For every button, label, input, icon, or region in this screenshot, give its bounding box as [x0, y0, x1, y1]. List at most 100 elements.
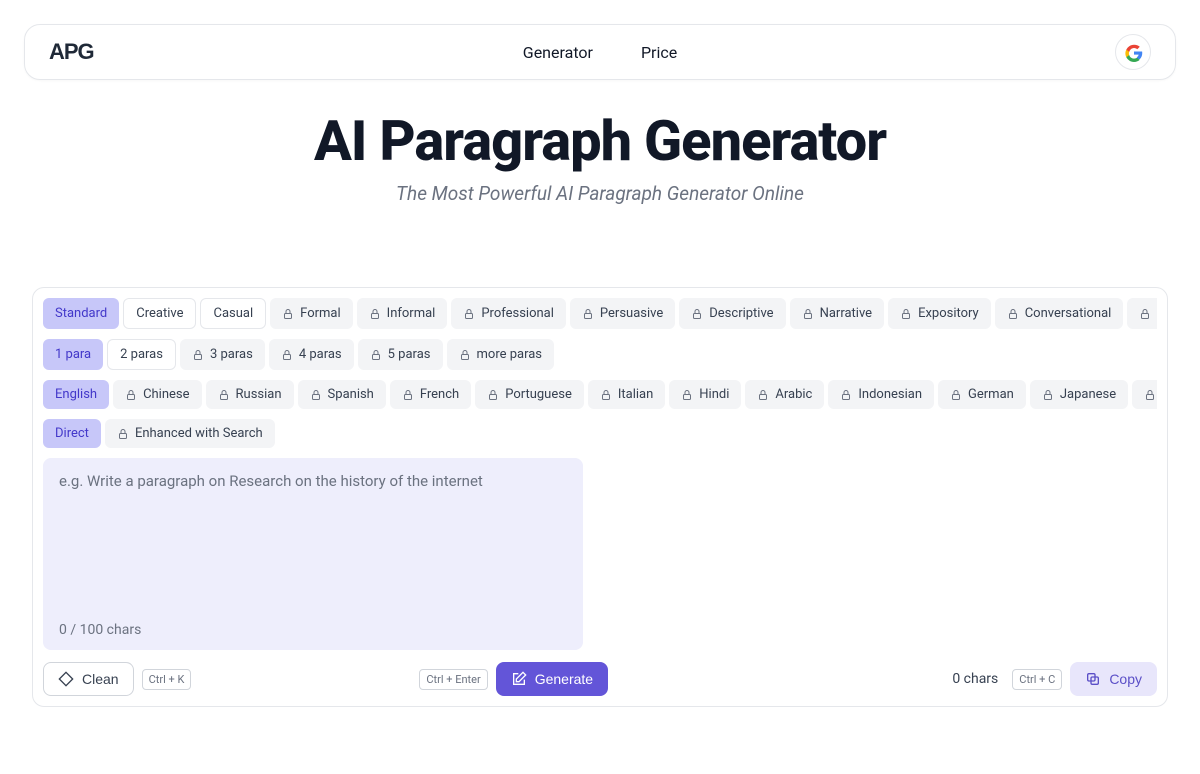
paras-label: 3 paras [210, 347, 253, 362]
lang-label: Portuguese [505, 387, 572, 402]
nav-price[interactable]: Price [641, 43, 677, 62]
lang-label: Hindi [699, 387, 729, 402]
lang-indonesian[interactable]: Indonesian [828, 380, 934, 409]
lock-icon [218, 389, 230, 401]
lang-portuguese[interactable]: Portuguese [475, 380, 584, 409]
style-informal[interactable]: Informal [357, 298, 448, 329]
lang-label: French [420, 387, 459, 402]
copy-label: Copy [1109, 671, 1142, 687]
lang-label: Arabic [775, 387, 812, 402]
mode-enhanced[interactable]: Enhanced with Search [105, 419, 275, 448]
paras-3-paras[interactable]: 3 paras [180, 339, 265, 370]
lock-icon [840, 389, 852, 401]
mode-row: Direct Enhanced with Search [43, 419, 1157, 448]
google-login-button[interactable] [1115, 34, 1151, 70]
style-label: Narrative [820, 306, 873, 321]
style-persuasive[interactable]: Persuasive [570, 298, 675, 329]
lang-arabic[interactable]: Arabic [745, 380, 824, 409]
style-label: Conversational [1025, 306, 1112, 321]
lock-icon [1144, 389, 1156, 401]
lang-hindi[interactable]: Hindi [669, 380, 741, 409]
input-box: 0 / 100 chars [43, 458, 583, 650]
nav-links: Generator Price [523, 43, 677, 62]
lock-icon [125, 389, 137, 401]
lock-icon [192, 349, 204, 361]
lang-italian[interactable]: Italian [588, 380, 665, 409]
style-formal[interactable]: Formal [270, 298, 353, 329]
logo: APG [49, 39, 94, 65]
mode-direct[interactable]: Direct [43, 419, 101, 448]
copy-button[interactable]: Copy [1070, 662, 1157, 696]
style-friendly[interactable]: Friendly [1127, 298, 1157, 329]
copy-kbd: Ctrl + C [1012, 669, 1062, 690]
lock-icon [463, 308, 475, 320]
lock-icon [310, 389, 322, 401]
lock-icon [1042, 389, 1054, 401]
style-descriptive[interactable]: Descriptive [679, 298, 785, 329]
bottom-row: Clean Ctrl + K Ctrl + Enter Generate 0 c… [43, 662, 1157, 696]
lock-icon [600, 389, 612, 401]
generate-label: Generate [535, 671, 593, 687]
prompt-input[interactable] [59, 472, 567, 602]
style-standard[interactable]: Standard [43, 298, 119, 329]
style-creative[interactable]: Creative [123, 298, 196, 329]
style-narrative[interactable]: Narrative [790, 298, 885, 329]
generate-button[interactable]: Generate [496, 662, 608, 696]
style-conversational[interactable]: Conversational [995, 298, 1124, 329]
input-char-count: 0 / 100 chars [59, 622, 141, 638]
style-expository[interactable]: Expository [888, 298, 991, 329]
paras-5-paras[interactable]: 5 paras [358, 339, 443, 370]
lang-label: German [968, 387, 1014, 402]
lock-icon [117, 428, 129, 440]
paras-2[interactable]: 2 paras [107, 339, 176, 370]
lang-label: Spanish [328, 387, 374, 402]
lock-icon [370, 349, 382, 361]
style-casual[interactable]: Casual [200, 298, 266, 329]
generator-panel: Standard Creative Casual Formal Informal P… [32, 287, 1168, 707]
page-title: AI Paragraph Generator [0, 108, 1200, 174]
style-label: Descriptive [709, 306, 773, 321]
style-label: Expository [918, 306, 979, 321]
output-char-count: 0 chars [952, 671, 998, 687]
lang-chinese[interactable]: Chinese [113, 380, 201, 409]
lang-english[interactable]: English [43, 380, 109, 409]
lock-icon [281, 349, 293, 361]
lock-icon [757, 389, 769, 401]
navbar: APG Generator Price [24, 24, 1176, 80]
content-row: 0 / 100 chars [43, 458, 1157, 650]
lang-row: English Chinese Russian Spanish French Portu… [43, 380, 1157, 409]
paras-more-paras[interactable]: more paras [447, 339, 555, 370]
style-professional[interactable]: Professional [451, 298, 566, 329]
lang-russian[interactable]: Russian [206, 380, 294, 409]
lang-label: Russian [236, 387, 282, 402]
lang-japanese[interactable]: Japanese [1030, 380, 1128, 409]
edit-icon [511, 671, 527, 687]
paras-label: more paras [477, 347, 543, 362]
google-icon [1125, 44, 1141, 60]
style-label: Persuasive [600, 306, 663, 321]
paras-row: 1 para 2 paras 3 paras 4 paras5 paras more… [43, 339, 1157, 370]
lang-french[interactable]: French [390, 380, 471, 409]
clean-label: Clean [82, 671, 119, 687]
lang-german[interactable]: German [938, 380, 1026, 409]
style-label: Formal [300, 306, 341, 321]
lock-icon [487, 389, 499, 401]
mode-enhanced-label: Enhanced with Search [135, 426, 263, 441]
lock-icon [1007, 308, 1019, 320]
hero: AI Paragraph Generator The Most Powerful… [0, 104, 1200, 205]
lang-vietnamese[interactable]: Vietnamese [1132, 380, 1157, 409]
lock-icon [681, 389, 693, 401]
paras-4-paras[interactable]: 4 paras [269, 339, 354, 370]
clean-button[interactable]: Clean [43, 662, 134, 696]
lock-icon [1139, 308, 1151, 320]
lang-spanish[interactable]: Spanish [298, 380, 386, 409]
lock-icon [402, 389, 414, 401]
lock-icon [802, 308, 814, 320]
style-label: Informal [387, 306, 436, 321]
lock-icon [282, 308, 294, 320]
lock-icon [369, 308, 381, 320]
nav-generator[interactable]: Generator [523, 43, 593, 62]
paras-1[interactable]: 1 para [43, 339, 103, 370]
lang-label: Italian [618, 387, 653, 402]
clean-kbd: Ctrl + K [142, 669, 192, 690]
